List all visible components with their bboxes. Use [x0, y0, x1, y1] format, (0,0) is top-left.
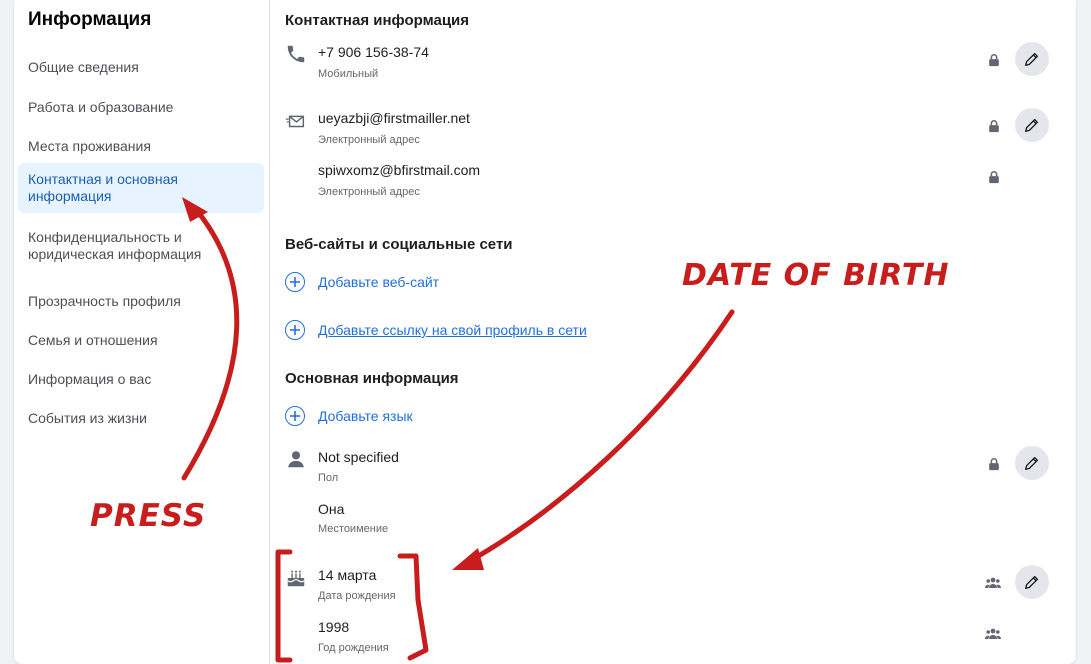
- phone-label: Мобильный: [318, 68, 379, 80]
- gender-label: Пол: [318, 472, 339, 484]
- edit-phone-button[interactable]: [1015, 42, 1049, 76]
- date-of-birth-annotation: DATE OF BIRTH: [682, 258, 950, 293]
- sidebar-item-contact-basic[interactable]: Контактная и основная информация: [18, 163, 264, 213]
- email1-label: Электронный адрес: [318, 134, 420, 146]
- pencil-icon: [1025, 118, 1039, 132]
- lock-icon[interactable]: [987, 119, 1001, 133]
- birthday-label: Дата рождения: [318, 590, 396, 602]
- pronoun-value: Она: [318, 501, 345, 517]
- gender-value: Not specified: [318, 449, 399, 465]
- pencil-icon: [1025, 52, 1039, 66]
- settings-frame: Информация Общие сведения Работа и образ…: [14, 0, 1076, 664]
- sidebar-item-places[interactable]: Места проживания: [18, 130, 264, 163]
- sidebar-item-privacy-legal[interactable]: Конфиденциальность и юридическая информа…: [18, 221, 264, 271]
- birthday-value: 14 марта: [318, 567, 377, 583]
- email2-label: Электронный адрес: [318, 186, 420, 198]
- plus-circle-icon: [285, 320, 305, 340]
- edit-birthday-button[interactable]: [1015, 565, 1049, 599]
- email2-value: spiwxomz@bfirstmail.com: [318, 162, 481, 178]
- sidebar-title: Информация: [28, 9, 152, 30]
- lock-icon[interactable]: [987, 457, 1001, 471]
- sidebar-item-general[interactable]: Общие сведения: [18, 51, 264, 84]
- edit-email-button[interactable]: [1015, 108, 1049, 142]
- add-website-label: Добавьте веб-сайт: [318, 274, 440, 290]
- sidebar-item-work-education[interactable]: Работа и образование: [18, 91, 264, 124]
- birthday-cake-icon: [285, 567, 307, 589]
- contact-section-title: Контактная информация: [285, 12, 470, 29]
- pronoun-label: Местоимение: [318, 523, 389, 535]
- press-annotation: PRESS: [90, 498, 207, 534]
- basic-section-title: Основная информация: [285, 370, 459, 387]
- add-language-link[interactable]: Добавьте язык: [285, 405, 413, 427]
- sidebar-item-family[interactable]: Семья и отношения: [18, 324, 264, 357]
- websites-section-title: Веб-сайты и социальные сети: [285, 236, 513, 253]
- birth-year-value: 1998: [318, 619, 350, 635]
- friends-audience-icon[interactable]: [985, 627, 1001, 641]
- email-icon: [285, 110, 307, 132]
- main-content: Контактная информация +7 906 156-38-74 М…: [271, 0, 1076, 664]
- plus-circle-icon: [285, 406, 305, 426]
- add-website-link[interactable]: Добавьте веб-сайт: [285, 271, 439, 293]
- birth-year-label: Год рождения: [318, 642, 389, 654]
- phone-value: +7 906 156-38-74: [318, 44, 429, 60]
- add-social-label: Добавьте ссылку на свой профиль в сети: [318, 322, 587, 338]
- lock-icon[interactable]: [987, 53, 1001, 67]
- plus-circle-icon: [285, 272, 305, 292]
- sidebar-item-about-you[interactable]: Информация о вас: [18, 363, 264, 396]
- person-icon: [285, 448, 307, 470]
- friends-audience-icon[interactable]: [985, 576, 1001, 590]
- lock-icon[interactable]: [987, 170, 1001, 184]
- pencil-icon: [1025, 575, 1039, 589]
- sidebar-item-profile-transparency[interactable]: Прозрачность профиля: [18, 285, 264, 318]
- edit-gender-button[interactable]: [1015, 446, 1049, 480]
- add-social-link[interactable]: Добавьте ссылку на свой профиль в сети: [285, 319, 587, 341]
- sidebar-item-life-events[interactable]: События из жизни: [18, 402, 264, 435]
- add-language-label: Добавьте язык: [318, 408, 413, 424]
- pencil-icon: [1025, 456, 1039, 470]
- sidebar: Информация Общие сведения Работа и образ…: [14, 0, 270, 664]
- phone-icon: [285, 43, 307, 65]
- email1-value: ueyazbji@firstmailler.net: [318, 110, 470, 126]
